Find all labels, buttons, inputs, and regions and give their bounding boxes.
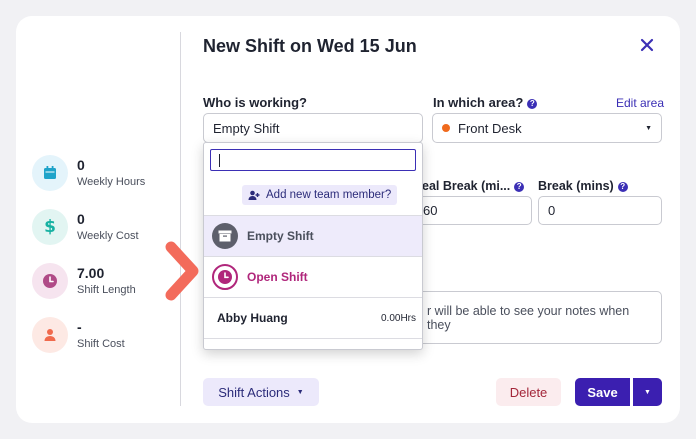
chevron-down-icon: ▼: [645, 124, 652, 132]
divider: [204, 338, 422, 339]
notes-textarea[interactable]: r will be able to see your notes when th…: [400, 291, 662, 344]
member-name: Abby Huang: [217, 311, 288, 325]
area-select[interactable]: Front Desk ▼: [432, 113, 662, 143]
archive-icon: [212, 223, 238, 249]
shift-length-label: Shift Length: [77, 284, 136, 296]
save-label: Save: [587, 384, 618, 400]
dropdown-item-open-shift[interactable]: Open Shift: [204, 257, 422, 297]
empty-shift-label: Empty Shift: [247, 229, 314, 243]
shift-cost-stat: - Shift Cost: [32, 317, 125, 353]
area-value: Front Desk: [458, 120, 522, 136]
help-icon[interactable]: ?: [514, 182, 525, 192]
break-value: 0: [548, 203, 556, 218]
person-icon: [32, 317, 68, 353]
open-shift-label: Open Shift: [247, 270, 308, 284]
weekly-cost-label: Weekly Cost: [77, 230, 139, 242]
annotation-arrow-icon: [165, 241, 199, 301]
member-hours: 0.00Hrs: [380, 312, 416, 324]
add-team-member-label: Add new team member?: [266, 189, 392, 201]
dropdown-item-empty-shift[interactable]: Empty Shift: [204, 216, 422, 256]
shift-cost-value: -: [77, 319, 82, 335]
weekly-cost-value: 0: [77, 211, 85, 227]
who-working-dropdown: Add new team member? Empty Shift Open Sh…: [203, 142, 423, 350]
weekly-hours-value: 0: [77, 157, 85, 173]
weekly-hours-stat: 0 Weekly Hours: [32, 155, 145, 191]
break-input[interactable]: 0: [538, 196, 662, 225]
who-working-value: Empty Shift: [213, 120, 280, 136]
weekly-cost-stat: $ 0 Weekly Cost: [32, 209, 139, 245]
calendar-icon: [32, 155, 68, 191]
add-user-icon: [248, 190, 260, 200]
shift-actions-label: Shift Actions: [218, 384, 290, 400]
chevron-down-icon: ▼: [296, 388, 304, 396]
meal-break-value: 60: [423, 203, 438, 218]
notes-placeholder: r will be able to see your notes when th…: [427, 304, 630, 332]
who-working-label: Who is working?: [203, 95, 307, 110]
meal-break-label-wrap: eal Break (mi...?: [422, 179, 525, 193]
help-icon[interactable]: ?: [617, 182, 628, 192]
dialog-title: New Shift on Wed 15 Jun: [203, 36, 417, 56]
panel-divider: [180, 32, 181, 406]
break-label: Break (mins): [538, 179, 614, 193]
save-button[interactable]: Save: [575, 378, 630, 406]
area-label-wrap: In which area??: [433, 95, 538, 110]
add-team-member-button[interactable]: Add new team member?: [242, 185, 398, 205]
dropdown-search-input[interactable]: [210, 149, 416, 171]
dropdown-item-abby-huang[interactable]: Abby Huang 0.00Hrs: [204, 298, 422, 338]
clock-icon: [32, 263, 68, 299]
break-label-wrap: Break (mins)?: [538, 179, 628, 193]
chevron-down-icon: ▼: [644, 388, 651, 396]
edit-area-link[interactable]: Edit area: [616, 96, 664, 110]
delete-label: Delete: [509, 384, 548, 400]
area-color-dot: [442, 124, 450, 132]
shift-actions-button[interactable]: Shift Actions ▼: [203, 378, 319, 406]
area-label: In which area?: [433, 95, 524, 110]
weekly-hours-label: Weekly Hours: [77, 176, 146, 188]
help-icon[interactable]: ?: [527, 99, 538, 109]
meal-break-label: eal Break (mi...: [422, 179, 511, 193]
shift-cost-label: Shift Cost: [77, 338, 125, 350]
text-cursor: [219, 154, 220, 167]
clock-icon: [212, 264, 238, 290]
delete-button[interactable]: Delete: [496, 378, 561, 406]
shift-length-value: 7.00: [77, 265, 105, 281]
dollar-icon: $: [32, 209, 68, 245]
close-icon[interactable]: [638, 36, 656, 54]
who-working-input[interactable]: Empty Shift: [203, 113, 423, 143]
shift-length-stat: 7.00 Shift Length: [32, 263, 136, 299]
save-options-button[interactable]: ▼: [633, 378, 662, 406]
